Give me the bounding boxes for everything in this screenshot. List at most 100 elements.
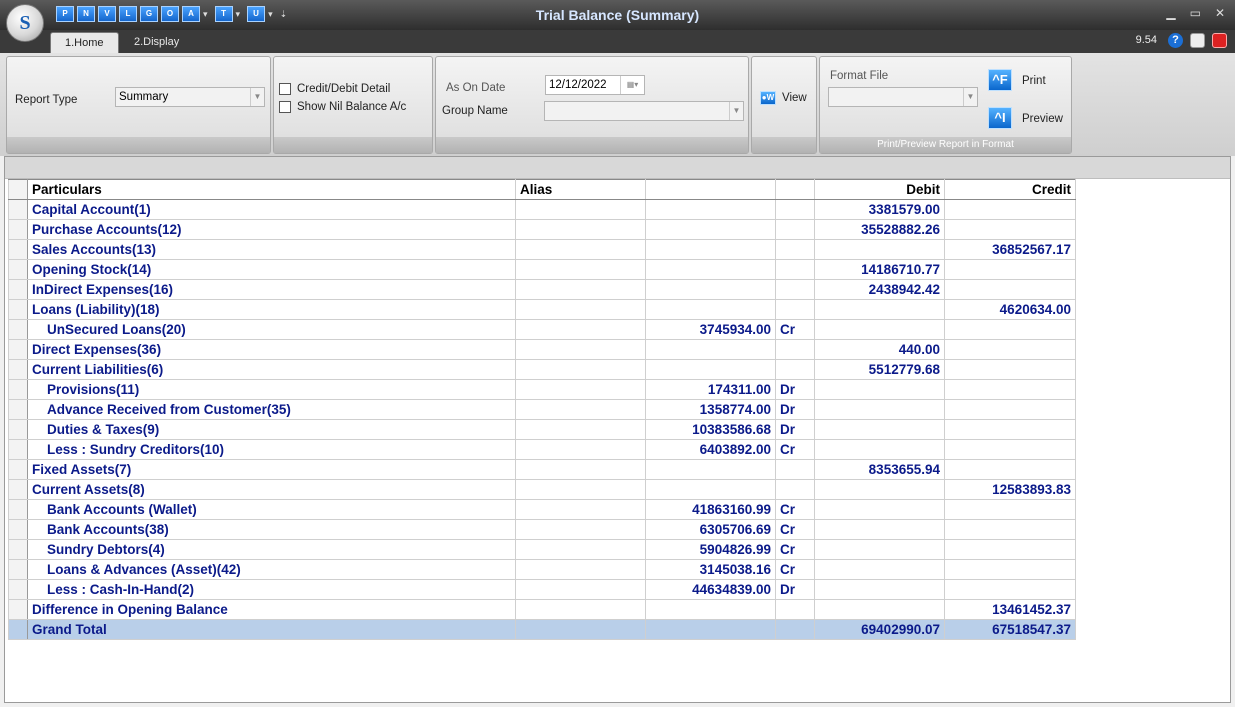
dr-cr-cell xyxy=(775,259,815,280)
show-nil-balance-checkbox[interactable] xyxy=(279,101,291,113)
table-row[interactable]: Loans & Advances (Asset)(42) 3145038.16 Cr xyxy=(8,559,1076,580)
alias-header[interactable]: Alias xyxy=(515,179,646,200)
table-row[interactable]: Less : Cash-In-Hand(2) 44634839.00 Dr xyxy=(8,579,1076,600)
row-selector[interactable] xyxy=(8,379,28,400)
particulars-cell: Less : Sundry Creditors(10) xyxy=(27,439,516,460)
table-row[interactable]: Purchase Accounts(12) 35528882.26 xyxy=(8,219,1076,240)
table-row[interactable]: Current Assets(8) 12583893.83 xyxy=(8,479,1076,500)
row-selector[interactable] xyxy=(8,619,28,640)
row-selector[interactable] xyxy=(8,399,28,420)
help-icon[interactable]: ? xyxy=(1168,33,1183,48)
credit-cell xyxy=(944,199,1076,220)
report-type-select[interactable]: Summary ▼ xyxy=(115,87,265,107)
credit-cell xyxy=(944,559,1076,580)
print-button[interactable]: ^F Print xyxy=(988,67,1058,93)
view-button[interactable]: ●W View xyxy=(760,89,812,109)
version-label: 9.54 xyxy=(1135,34,1157,46)
minimize-icon[interactable]: ▁ xyxy=(1166,6,1175,20)
type-header[interactable] xyxy=(775,179,815,200)
row-selector[interactable] xyxy=(8,419,28,440)
trial-balance-table[interactable]: Particulars Alias Debit Credit Capital A… xyxy=(8,179,1076,640)
table-row[interactable]: Loans (Liability)(18) 4620634.00 xyxy=(8,299,1076,320)
dr-cr-cell xyxy=(775,599,815,620)
alias-cell xyxy=(515,579,646,600)
alias-cell xyxy=(515,439,646,460)
grand-total-row[interactable]: Grand Total 69402990.07 67518547.37 xyxy=(8,619,1076,640)
row-selector[interactable] xyxy=(8,279,28,300)
tab-home[interactable]: 1.Home xyxy=(50,32,119,53)
table-row[interactable]: Bank Accounts (Wallet) 41863160.99 Cr xyxy=(8,499,1076,520)
app-logo[interactable]: S xyxy=(6,4,44,42)
table-row[interactable]: Duties & Taxes(9) 10383586.68 Dr xyxy=(8,419,1076,440)
particulars-header[interactable]: Particulars xyxy=(27,179,516,200)
row-selector[interactable] xyxy=(8,459,28,480)
credit-header[interactable]: Credit xyxy=(944,179,1076,200)
group-footer xyxy=(274,137,432,153)
table-row[interactable]: Current Liabilities(6) 5512779.68 xyxy=(8,359,1076,380)
exit-icon[interactable] xyxy=(1212,33,1227,48)
row-selector[interactable] xyxy=(8,259,28,280)
table-row[interactable]: Less : Sundry Creditors(10) 6403892.00 Cr xyxy=(8,439,1076,460)
maximize-icon[interactable]: ▭ xyxy=(1190,6,1201,20)
row-selector[interactable] xyxy=(8,599,28,620)
tab-display[interactable]: 2.Display xyxy=(120,32,193,53)
credit-cell xyxy=(944,499,1076,520)
preview-icon: ^I xyxy=(988,107,1012,129)
row-selector-header[interactable] xyxy=(8,179,28,200)
document-icon[interactable] xyxy=(1190,33,1205,48)
table-row[interactable]: Fixed Assets(7) 8353655.94 xyxy=(8,459,1076,480)
table-row[interactable]: Difference in Opening Balance 13461452.37 xyxy=(8,599,1076,620)
credit-cell xyxy=(944,359,1076,380)
table-row[interactable]: Bank Accounts(38) 6305706.69 Cr xyxy=(8,519,1076,540)
table-row[interactable]: InDirect Expenses(16) 2438942.42 xyxy=(8,279,1076,300)
row-selector[interactable] xyxy=(8,199,28,220)
credit-cell: 36852567.17 xyxy=(944,239,1076,260)
row-selector[interactable] xyxy=(8,299,28,320)
amount-cell xyxy=(645,239,776,260)
alias-cell xyxy=(515,219,646,240)
debit-header[interactable]: Debit xyxy=(814,179,945,200)
as-on-date-field[interactable]: 12/12/2022 ▦▾ xyxy=(545,75,645,95)
chevron-down-icon[interactable]: ▼ xyxy=(729,102,743,120)
row-selector[interactable] xyxy=(8,219,28,240)
row-selector[interactable] xyxy=(8,479,28,500)
row-selector[interactable] xyxy=(8,239,28,260)
row-selector[interactable] xyxy=(8,319,28,340)
particulars-cell: Less : Cash-In-Hand(2) xyxy=(27,579,516,600)
table-row[interactable]: Advance Received from Customer(35) 135877… xyxy=(8,399,1076,420)
amount-cell xyxy=(645,339,776,360)
credit-cell: 4620634.00 xyxy=(944,299,1076,320)
table-row[interactable]: Opening Stock(14) 14186710.77 xyxy=(8,259,1076,280)
chevron-down-icon[interactable]: ▼ xyxy=(963,88,977,106)
format-file-select[interactable]: ▼ xyxy=(828,87,978,107)
row-selector[interactable] xyxy=(8,359,28,380)
table-row[interactable]: Sales Accounts(13) 36852567.17 xyxy=(8,239,1076,260)
amount-header[interactable] xyxy=(645,179,776,200)
grand-total-label: Grand Total xyxy=(27,619,516,640)
dr-cr-cell: Cr xyxy=(775,559,815,580)
row-selector[interactable] xyxy=(8,439,28,460)
table-row[interactable]: Provisions(11) 174311.00 Dr xyxy=(8,379,1076,400)
table-row[interactable]: Direct Expenses(36) 440.00 xyxy=(8,339,1076,360)
group-name-select[interactable]: ▼ xyxy=(544,101,744,121)
alias-cell xyxy=(515,199,646,220)
row-selector[interactable] xyxy=(8,519,28,540)
table-row[interactable]: UnSecured Loans(20) 3745934.00 Cr xyxy=(8,319,1076,340)
row-selector[interactable] xyxy=(8,339,28,360)
calendar-icon[interactable]: ▦▾ xyxy=(620,76,644,94)
alias-cell xyxy=(515,339,646,360)
row-selector[interactable] xyxy=(8,579,28,600)
credit-cell: 12583893.83 xyxy=(944,479,1076,500)
chevron-down-icon[interactable]: ▼ xyxy=(250,88,264,106)
close-icon[interactable]: ✕ xyxy=(1215,6,1225,20)
row-selector[interactable] xyxy=(8,559,28,580)
print-label: Print xyxy=(1022,75,1046,87)
table-row[interactable]: Capital Account(1) 3381579.00 xyxy=(8,199,1076,220)
table-row[interactable]: Sundry Debtors(4) 5904826.99 Cr xyxy=(8,539,1076,560)
row-selector[interactable] xyxy=(8,499,28,520)
row-selector[interactable] xyxy=(8,539,28,560)
dr-cr-cell xyxy=(775,339,815,360)
debit-cell: 8353655.94 xyxy=(814,459,945,480)
preview-button[interactable]: ^I Preview xyxy=(988,105,1068,131)
credit-debit-detail-checkbox[interactable] xyxy=(279,83,291,95)
